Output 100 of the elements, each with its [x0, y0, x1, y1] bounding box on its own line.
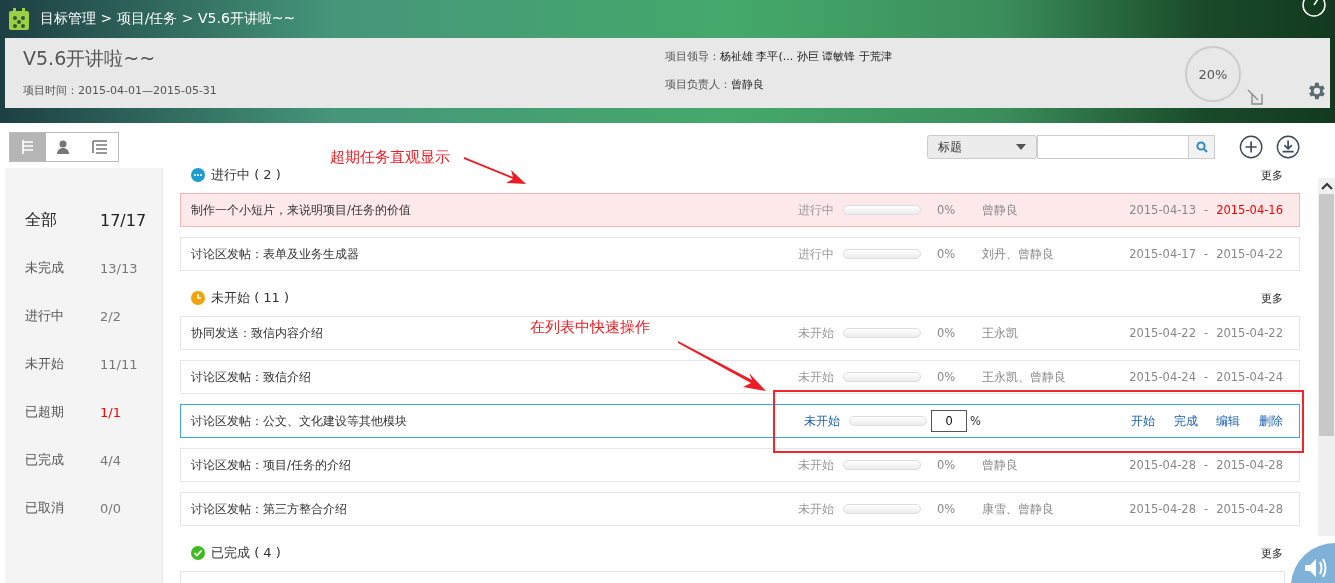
field-label: 项目时间：: [23, 82, 78, 98]
start-date: 2015-04-13: [1129, 203, 1196, 217]
leaders-value: 杨祉雄 李平(... 孙巨 谭敏锋 于荒津: [720, 48, 892, 64]
start-date: 2015-04-28: [1129, 502, 1196, 516]
action-link[interactable]: 开始: [1131, 413, 1155, 429]
end-date: 2015-04-22: [1216, 326, 1283, 340]
project-title: V5.6开讲啦~~: [23, 46, 157, 71]
check-icon: [191, 546, 205, 560]
task-row[interactable]: 讨论区发帖：致信介绍 未开始 0% 王永凯、曾静良 2015-04-24 - 2015-04-24: [180, 360, 1300, 394]
task-percent: 0%: [935, 326, 956, 340]
search-icon: [1195, 141, 1208, 153]
end-date: 2015-04-16: [1216, 203, 1283, 217]
percent-input[interactable]: 0: [931, 410, 968, 432]
date-separator: -: [1204, 203, 1209, 217]
date-separator: -: [1204, 370, 1209, 384]
task-status: 未开始: [798, 501, 835, 517]
scroll-up-icon[interactable]: [1320, 182, 1333, 190]
date-separator: -: [1204, 458, 1209, 472]
filter-label: 进行中: [25, 307, 65, 325]
task-title: 讨论区发帖：致信介绍: [191, 369, 311, 385]
search-field[interactable]: [1037, 135, 1190, 159]
field-label: 项目领导：: [665, 48, 720, 64]
date-separator: -: [1204, 502, 1209, 516]
field-label: 项目负责人：: [665, 76, 731, 92]
task-status: 未开始: [804, 413, 841, 429]
task-title: 讨论区发帖：公文、文化建设等其他模块: [191, 413, 407, 429]
task-title: 制作一个小短片，来说明项目/任务的价值: [191, 202, 411, 218]
filter-count: 17/17: [100, 210, 147, 230]
task-people: 康雪、曾静良: [982, 501, 1056, 517]
resize-icon[interactable]: [1246, 88, 1264, 106]
scroll-thumb[interactable]: [1319, 194, 1334, 436]
date-separator: -: [1204, 247, 1209, 261]
speaker-icon[interactable]: [1291, 543, 1335, 583]
filter-label: 已取消: [25, 499, 65, 517]
task-status: 未开始: [798, 369, 835, 385]
task-title: 讨论区发帖：表单及业务生成器: [191, 246, 359, 262]
search-button[interactable]: [1189, 135, 1215, 159]
filter-count: 1/1: [100, 404, 121, 420]
add-icon[interactable]: [1238, 134, 1263, 160]
filter-count: 11/11: [100, 356, 138, 372]
filter-item[interactable]: 未开始 11/11: [5, 340, 162, 388]
caret-icon: [1016, 144, 1027, 150]
filter-item[interactable]: 进行中 2/2: [5, 292, 162, 340]
more-link[interactable]: 更多: [1261, 167, 1283, 183]
end-date: 2015-04-24: [1216, 370, 1283, 384]
start-date: 2015-04-24: [1129, 370, 1196, 384]
filter-label: 未开始: [25, 355, 65, 373]
breadcrumb: 目标管理 > 项目/任务 > V5.6开讲啦~~: [40, 10, 296, 28]
tree-view-tab[interactable]: [10, 133, 46, 161]
filter-count: 4/4: [100, 452, 121, 468]
task-people: 王永凯、曾静良: [982, 369, 1068, 385]
list-icon: [92, 139, 108, 155]
app-logo-icon: [8, 7, 30, 31]
task-title: 协同发送：致信内容介绍: [191, 325, 323, 341]
percent-unit: %: [970, 414, 981, 428]
owner-value: 曾静良: [731, 76, 764, 92]
task-people: 曾静良: [982, 457, 1020, 473]
filter-count: 2/2: [100, 308, 121, 324]
more-link[interactable]: 更多: [1261, 290, 1283, 306]
task-row[interactable]: 讨论区发帖：公文、文化建设等其他模块 未开始 0 % 开始 完成 编辑 删除: [180, 404, 1300, 438]
clock-icon: [191, 291, 205, 305]
filter-item[interactable]: 未完成 13/13: [5, 244, 162, 292]
more-link[interactable]: 更多: [1261, 545, 1283, 561]
filter-item[interactable]: 已取消 0/0: [5, 484, 162, 532]
task-status: 进行中: [798, 246, 835, 262]
task-status: 未开始: [798, 457, 835, 473]
filter-item[interactable]: 已完成 4/4: [5, 436, 162, 484]
person-icon: [56, 139, 72, 155]
group-title: 未开始 ( 11 ): [211, 289, 290, 307]
filter-item[interactable]: 已超期 1/1: [5, 388, 162, 436]
task-status: 进行中: [798, 202, 835, 218]
annotation-text: 超期任务直观显示: [330, 148, 450, 167]
end-date: 2015-04-28: [1216, 458, 1283, 472]
progress-ring: 20%: [1185, 46, 1241, 102]
task-title: 讨论区发帖：第三方整合介绍: [191, 501, 347, 517]
task-title: 讨论区发帖：项目/任务的介绍: [191, 457, 351, 473]
task-row[interactable]: 讨论区发帖：第三方整合介绍 未开始 0% 康雪、曾静良 2015-04-28 - 2015-04-28: [180, 492, 1300, 526]
task-percent: 0%: [935, 203, 956, 217]
filter-label: 已超期: [25, 403, 65, 421]
action-link[interactable]: 编辑: [1216, 413, 1241, 429]
tree-icon: [20, 139, 36, 155]
scrollbar[interactable]: [1318, 178, 1335, 536]
annotation-arrow: [463, 156, 527, 186]
action-link[interactable]: 删除: [1258, 413, 1283, 429]
filter-item[interactable]: 全部 17/17: [5, 196, 162, 244]
task-row[interactable]: 讨论区发帖：表单及业务生成器 进行中 0% 刘丹、曾静良 2015-04-17 - 2015-04-22: [180, 237, 1300, 271]
task-percent: 0%: [935, 458, 956, 472]
start-date: 2015-04-28: [1129, 458, 1196, 472]
filter-label: 全部: [25, 209, 58, 231]
action-link[interactable]: 完成: [1173, 413, 1198, 429]
end-date: 2015-04-28: [1216, 502, 1283, 516]
group-title: 已完成 ( 4 ): [211, 544, 281, 562]
task-status: 未开始: [798, 325, 835, 341]
task-row[interactable]: 讨论区发帖：项目/任务的介绍 未开始 0% 曾静良 2015-04-28 - 2015-04-28: [180, 448, 1300, 482]
download-icon[interactable]: [1275, 134, 1300, 160]
filter-count: 0/0: [100, 500, 121, 516]
task-row[interactable]: 制作一个小短片，来说明项目/任务的价值 进行中 0% 曾静良 2015-04-13 - 2015-04-16: [180, 193, 1300, 227]
select-value: 标题: [938, 138, 962, 156]
task-people: 曾静良: [982, 202, 1020, 218]
field-select[interactable]: 标题: [927, 135, 1038, 159]
